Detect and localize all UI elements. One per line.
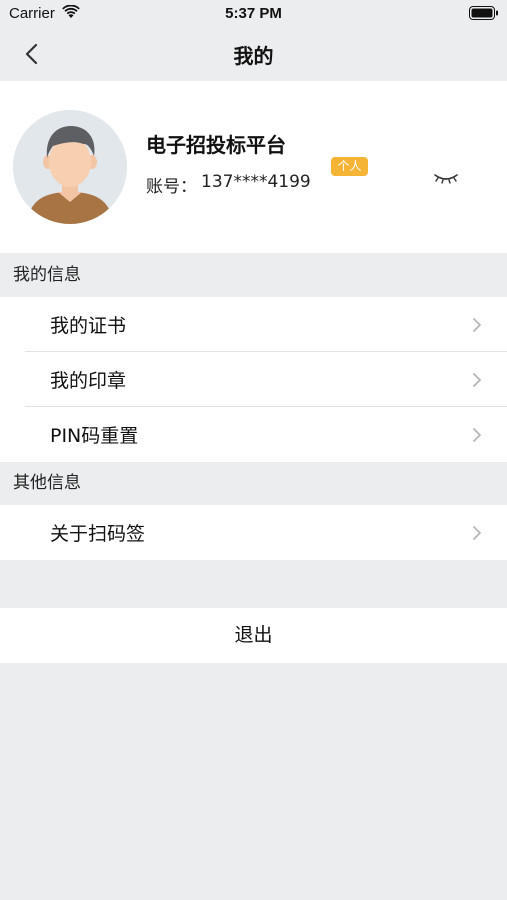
section-header-other-info: 其他信息 xyxy=(13,473,81,493)
list-item-label: PIN码重置 xyxy=(50,425,139,447)
eye-closed-icon[interactable] xyxy=(432,169,460,187)
account-number: 137****4199 xyxy=(201,172,311,192)
avatar[interactable] xyxy=(13,110,127,224)
logout-button[interactable]: 退出 xyxy=(0,608,507,663)
list-item-seals[interactable]: 我的印章 xyxy=(0,352,507,407)
my-info-list: 我的证书 我的印章 PIN码重置 xyxy=(0,297,507,462)
section-header-my-info: 我的信息 xyxy=(13,265,81,285)
organization-name: 电子招投标平台 xyxy=(146,133,286,157)
page-title: 我的 xyxy=(233,44,274,68)
list-item-label: 关于扫码签 xyxy=(50,523,146,545)
list-item-about[interactable]: 关于扫码签 xyxy=(0,505,507,560)
other-info-list: 关于扫码签 xyxy=(0,505,507,560)
navigation-bar: 我的 xyxy=(0,28,507,80)
list-item-label: 我的印章 xyxy=(50,370,127,392)
chevron-right-icon xyxy=(473,526,481,540)
user-avatar-icon xyxy=(13,110,127,224)
clock: 5:37 PM xyxy=(225,5,282,22)
account-type-badge: 个人 xyxy=(331,157,368,176)
list-item-label: 我的证书 xyxy=(50,315,127,337)
battery-icon xyxy=(469,6,498,20)
list-item-certificates[interactable]: 我的证书 xyxy=(0,297,507,352)
profile-card: 电子招投标平台 个人 账号： 137****4199 xyxy=(0,81,507,253)
list-item-pin-reset[interactable]: PIN码重置 xyxy=(0,407,507,462)
chevron-right-icon xyxy=(473,318,481,332)
chevron-right-icon xyxy=(473,428,481,442)
chevron-right-icon xyxy=(473,373,481,387)
status-bar: Carrier 5:37 PM xyxy=(0,0,507,28)
account-label: 账号： xyxy=(146,177,197,197)
